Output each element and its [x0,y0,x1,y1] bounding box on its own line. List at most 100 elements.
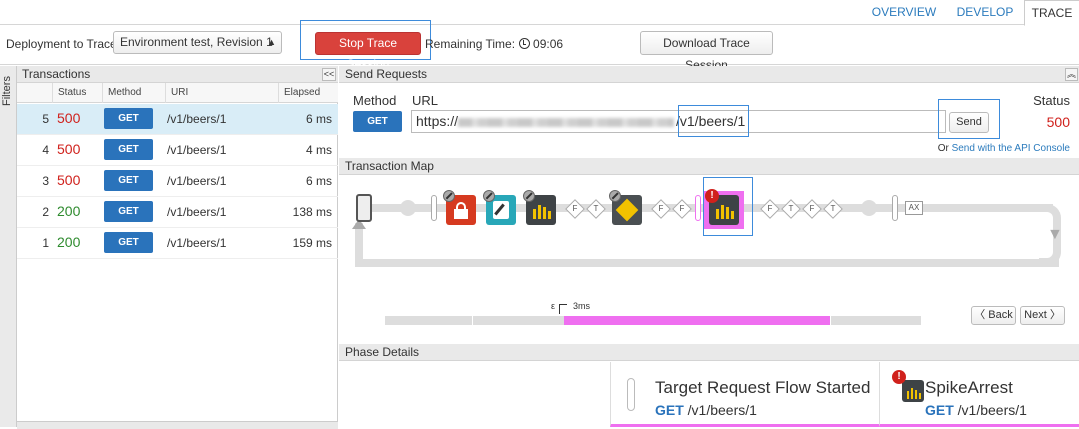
row-status: 200 [57,203,81,219]
transactions-panel: Transactions << Status Method URI Elapse… [17,66,338,429]
condition-label: T [593,204,599,213]
back-button[interactable]: 〈 Back [971,306,1016,325]
phase-item-title: Target Request Flow Started [655,378,871,397]
skipped-icon [443,190,455,202]
method-badge: GET [104,108,153,129]
table-row[interactable]: 4 500 GET /v1/beers/1 4 ms [17,135,338,166]
table-row[interactable]: 3 500 GET /v1/beers/1 6 ms [17,166,338,197]
row-number: 3 [42,174,49,188]
collapse-panel-button[interactable]: << [322,68,336,81]
row-elapsed: 159 ms [292,236,332,250]
row-uri: /v1/beers/1 [167,205,227,219]
top-tab-bar: OVERVIEW DEVELOP TRACE [0,0,1079,26]
tab-trace[interactable]: TRACE [1024,0,1079,26]
method-label: Method [353,93,397,108]
method-badge: GET [104,201,153,222]
remaining-time-label: Remaining Time: [425,37,516,51]
highlight-box [678,105,749,137]
row-elapsed: 6 ms [305,112,332,126]
transaction-map-title: Transaction Map [345,159,434,173]
method-badge: GET [104,139,153,160]
spike-arrest-icon [902,380,924,402]
phase-details-header: Phase Details [339,344,1079,361]
row-number: 4 [42,143,49,157]
phase-item-title: SpikeArrest [925,378,1013,397]
client-phone-icon[interactable] [356,194,372,222]
deployment-select[interactable]: Environment test, Revision 1 ▲ [113,31,282,54]
row-status: 500 [57,172,81,188]
arrow-down-icon: ▼ [1047,226,1063,243]
row-uri: /v1/beers/1 [167,143,227,157]
row-number: 5 [42,112,49,126]
api-console-hint: Or Send with the API Console [938,143,1070,154]
transactions-table-header: Status Method URI Elapsed [17,83,338,103]
response-track [359,259,1059,267]
timeline-bracket [559,304,567,314]
row-elapsed: 6 ms [305,174,332,188]
flow-start-pill [627,378,635,411]
phase-item-request: GET /v1/beers/1 [925,402,1027,418]
stop-trace-button[interactable]: Stop Trace Session [315,32,421,71]
target-endpoint-pill[interactable] [695,195,701,221]
table-row[interactable]: 5 500 GET /v1/beers/1 6 ms [17,104,338,135]
filters-toggle[interactable]: Filters [0,66,17,427]
send-button[interactable]: Send [949,112,989,133]
phase-details-title: Phase Details [345,345,420,359]
track-left-vertical [355,223,363,267]
timeline-selected-segment [564,316,830,325]
phase-item-request: GET /v1/beers/1 [655,402,757,418]
method-badge: GET [104,170,153,191]
deployment-select-value: Environment test, Revision 1 [120,35,273,49]
timeline-label-duration: 3ms [573,301,591,311]
api-console-link[interactable]: Send with the API Console [952,143,1070,154]
column-elapsed[interactable]: Elapsed [278,83,338,103]
row-uri: /v1/beers/1 [167,112,227,126]
deployment-label: Deployment to Trace [6,37,117,51]
skipped-icon [483,190,495,202]
condition-label: F [767,204,773,213]
download-trace-button[interactable]: Download Trace Session [640,31,773,72]
proxy-endpoint-pill[interactable] [431,195,437,221]
target-pill[interactable] [892,195,898,221]
phase-item[interactable]: Target Request Flow Started GET /v1/beer… [610,362,879,427]
timeline-divider [830,316,831,325]
view-options-header[interactable] [17,421,338,429]
column-status[interactable]: Status [52,83,102,103]
status-label: Status [1033,93,1070,108]
error-icon: ! [892,370,906,384]
trace-main: Send Requests ︽ Method URL Status GET ht… [339,66,1079,427]
phase-details: Target Request Flow Started GET /v1/beer… [339,362,1079,427]
transactions-header: Transactions << [17,66,338,83]
remaining-time: Remaining Time: 09:06 [425,37,563,51]
column-method[interactable]: Method [102,83,165,103]
table-row[interactable]: 1 200 GET /v1/beers/1 159 ms [17,228,338,259]
transaction-map-header: Transaction Map [339,158,1079,175]
transaction-map: ▼ F T F F ! F T F T AX ε 3ms 〈 Back Next… [339,175,1079,345]
phase-item[interactable]: ! SpikeArrest GET /v1/beers/1 [879,362,1079,427]
analytics-badge[interactable]: AX [905,201,923,215]
back-label: Back [988,309,1013,321]
method-badge: GET [104,232,153,253]
url-prefix: https:// [416,113,459,129]
url-label: URL [412,93,439,108]
next-button[interactable]: Next 〉 [1020,306,1065,325]
condition-label: F [679,204,685,213]
tab-develop[interactable]: DEVELOP [948,0,1022,25]
flow-dot [861,200,877,216]
tab-overview[interactable]: OVERVIEW [864,0,944,25]
send-requests-title: Send Requests [345,67,428,81]
send-requests-header: Send Requests ︽ [339,66,1079,83]
chevron-up-icon[interactable]: ︽ [1065,68,1078,81]
table-row[interactable]: 2 200 GET /v1/beers/1 138 ms [17,197,338,228]
trace-toolbar: Deployment to Trace Environment test, Re… [0,20,1079,72]
console-prefix: Or [937,143,949,154]
column-uri[interactable]: URI [165,83,278,103]
timeline-bar[interactable] [385,316,921,325]
row-status: 500 [57,110,81,126]
chevron-down-icon: ▲ [267,37,276,47]
next-label: Next [1024,309,1047,321]
method-select[interactable]: GET [353,111,402,132]
redacted-host [458,118,674,127]
flow-dot [400,200,416,216]
highlight-box [703,177,753,236]
